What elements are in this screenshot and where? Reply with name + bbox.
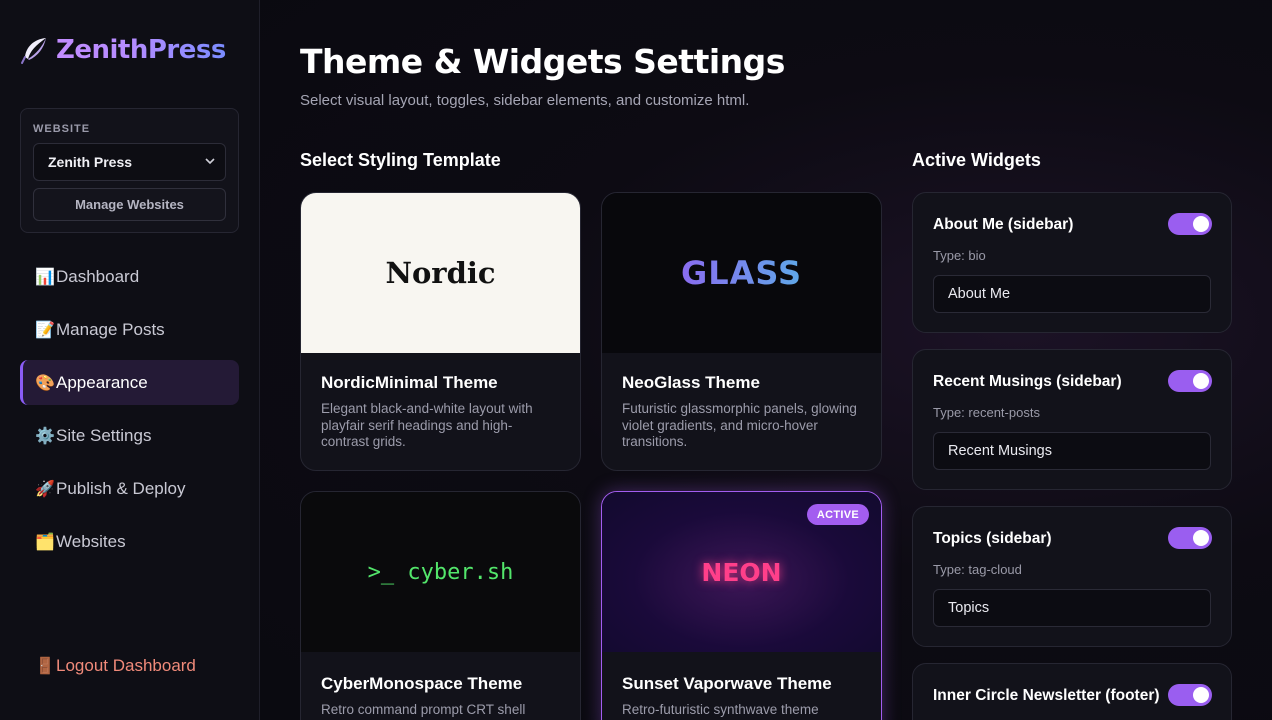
preview-text: >_ cyber.sh [367, 559, 514, 585]
template-description: Retro command prompt CRT shell [321, 702, 526, 717]
sidebar-nav: 📊 Dashboard 📝 Manage Posts 🎨 Appearance … [20, 254, 239, 572]
template-name: NeoGlass Theme [622, 373, 760, 392]
palette-icon: 🎨 [35, 374, 55, 392]
template-name: Sunset Vaporwave Theme [622, 674, 832, 693]
sidebar-item-label: Manage Posts [56, 319, 165, 339]
template-card-nordic[interactable]: Nordic NordicMinimal Theme Elegant black… [300, 192, 581, 471]
widgets-heading: Active Widgets [912, 150, 1041, 170]
preview-text: NEON [701, 557, 782, 587]
preview-text: Nordic [385, 256, 496, 290]
sidebar-item-label: Websites [56, 531, 126, 551]
widget-toggle[interactable] [1168, 684, 1212, 706]
folder-icon: 🗂️ [35, 533, 55, 551]
widget-toggle[interactable] [1168, 370, 1212, 392]
widget-card: Topics (sidebar) Type: tag-cloud Topics [912, 506, 1232, 647]
widget-name: Inner Circle Newsletter (footer) [933, 687, 1160, 704]
template-description: Elegant black-and-white layout with play… [321, 401, 533, 449]
widget-type: Type: bio [933, 248, 986, 263]
active-badge: ACTIVE [806, 504, 869, 525]
gear-icon: ⚙️ [35, 427, 55, 445]
widget-title-input[interactable]: About Me [933, 275, 1211, 313]
sidebar-item-label: Publish & Deploy [56, 478, 186, 498]
widget-card: About Me (sidebar) Type: bio About Me [912, 192, 1232, 333]
rocket-icon: 🚀 [35, 480, 55, 498]
page-title: Theme & Widgets Settings [300, 42, 785, 81]
template-preview: GLASS [602, 193, 881, 353]
toggle-knob [1193, 373, 1209, 389]
main-content: Theme & Widgets Settings Select visual l… [260, 0, 1272, 720]
manage-websites-button[interactable]: Manage Websites [33, 188, 226, 221]
sidebar-item-label: Appearance [56, 372, 148, 392]
toggle-knob [1193, 530, 1209, 546]
toggle-knob [1193, 216, 1209, 232]
widget-name: Recent Musings (sidebar) [933, 373, 1122, 390]
widget-name: Topics (sidebar) [933, 530, 1052, 547]
widget-title-input[interactable]: Topics [933, 589, 1211, 627]
widget-name: About Me (sidebar) [933, 216, 1074, 233]
template-preview: Nordic [301, 193, 580, 353]
template-description: Retro-futuristic synthwave theme [622, 702, 819, 717]
widget-type: Type: recent-posts [933, 405, 1040, 420]
template-card-neoglass[interactable]: GLASS NeoGlass Theme Futuristic glassmor… [601, 192, 882, 471]
website-label: WEBSITE [33, 123, 91, 135]
brand-name: ZenithPress [56, 35, 226, 65]
widget-toggle[interactable] [1168, 213, 1212, 235]
website-select-value: Zenith Press [48, 154, 133, 170]
template-card-sunset-vaporwave[interactable]: NEON ACTIVE Sunset Vaporwave Theme Retro… [601, 491, 882, 720]
template-description: Futuristic glassmorphic panels, glowing … [622, 401, 857, 449]
sidebar-item-publish-deploy[interactable]: 🚀 Publish & Deploy [20, 466, 239, 511]
brand[interactable]: ZenithPress [20, 32, 226, 68]
template-name: NordicMinimal Theme [321, 373, 498, 392]
chevron-down-icon [205, 156, 215, 168]
sidebar-item-appearance[interactable]: 🎨 Appearance [20, 360, 239, 405]
widget-card: Inner Circle Newsletter (footer) [912, 663, 1232, 720]
widget-card: Recent Musings (sidebar) Type: recent-po… [912, 349, 1232, 490]
toggle-knob [1193, 687, 1209, 703]
templates-heading: Select Styling Template [300, 150, 501, 170]
sidebar-item-label: Site Settings [56, 425, 152, 445]
feather-logo-icon [20, 35, 50, 65]
chart-icon: 📊 [35, 268, 55, 286]
door-icon: 🚪 [35, 658, 55, 675]
template-card-cybermonospace[interactable]: >_ cyber.sh CyberMonospace Theme Retro c… [300, 491, 581, 720]
template-name: CyberMonospace Theme [321, 674, 523, 693]
template-preview: >_ cyber.sh [301, 492, 580, 652]
website-select[interactable]: Zenith Press [33, 143, 226, 181]
widget-type: Type: tag-cloud [933, 562, 1022, 577]
logout-label: Logout Dashboard [56, 656, 196, 675]
widget-toggle[interactable] [1168, 527, 1212, 549]
sidebar-item-manage-posts[interactable]: 📝 Manage Posts [20, 307, 239, 352]
preview-text: GLASS [680, 254, 803, 292]
memo-icon: 📝 [35, 321, 55, 339]
widget-title-input[interactable]: Recent Musings [933, 432, 1211, 470]
sidebar-item-label: Dashboard [56, 266, 140, 286]
sidebar-item-dashboard[interactable]: 📊 Dashboard [20, 254, 239, 299]
sidebar-item-websites[interactable]: 🗂️ Websites [20, 519, 239, 564]
sidebar: ZenithPress WEBSITE Zenith Press Manage … [0, 0, 260, 720]
page-subtitle: Select visual layout, toggles, sidebar e… [300, 92, 750, 109]
website-switcher: WEBSITE Zenith Press Manage Websites [20, 108, 239, 233]
sidebar-item-site-settings[interactable]: ⚙️ Site Settings [20, 413, 239, 458]
logout-button[interactable]: 🚪 Logout Dashboard [35, 656, 196, 676]
